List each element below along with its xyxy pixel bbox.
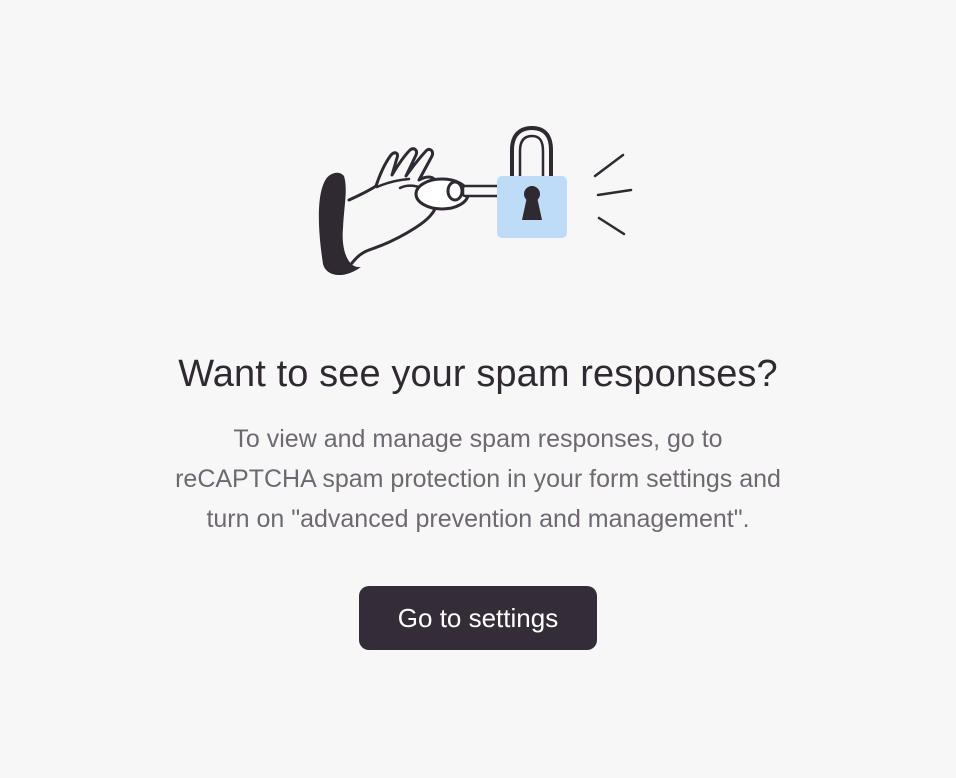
- hand-unlocking-padlock-icon: [318, 125, 633, 276]
- description-line: turn on "advanced prevention and managem…: [206, 505, 750, 533]
- empty-state-title: Want to see your spam responses?: [178, 353, 778, 395]
- description-line: To view and manage spam responses, go to: [233, 425, 723, 453]
- empty-state-description: To view and manage spam responses, go to…: [108, 419, 848, 539]
- description-line: reCAPTCHA spam protection in your form s…: [175, 465, 781, 493]
- go-to-settings-button[interactable]: Go to settings: [359, 586, 597, 650]
